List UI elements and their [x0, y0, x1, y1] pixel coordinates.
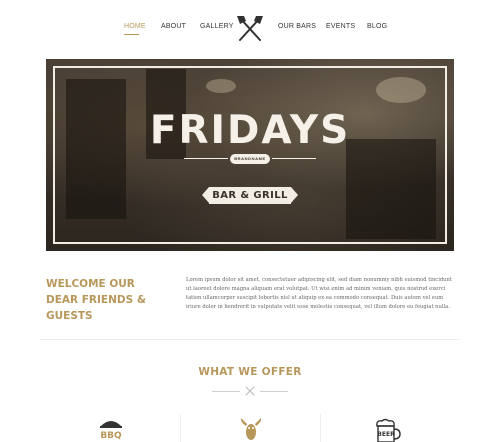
hero-brand-line-left: [184, 158, 228, 159]
nav-item-about[interactable]: ABOUT: [161, 23, 186, 30]
nav-active-underline: [124, 34, 139, 35]
feature-column-divider: [320, 414, 321, 442]
nav-item-blog[interactable]: BLOG: [367, 23, 387, 30]
beer-mug-icon: BEER: [376, 418, 401, 442]
nav-item-gallery[interactable]: GALLERY: [200, 23, 234, 30]
nav-item-home[interactable]: HOME: [124, 23, 146, 30]
top-navigation: HOME ABOUT GALLERY OUR BARS EVENTS BLOG: [0, 0, 500, 52]
hero-banner: FRIDAYS BRANDNAME BAR & GRILL: [46, 59, 454, 251]
hero-brand-badge: BRANDNAME: [230, 154, 270, 164]
nav-item-events[interactable]: EVENTS: [326, 23, 355, 30]
lobster-icon: [240, 418, 262, 440]
bbq-icon: BBQ: [100, 421, 122, 441]
hero-title: FRIDAYS: [149, 108, 351, 153]
crossed-axes-icon[interactable]: [235, 14, 265, 42]
hero-subtitle: BAR & GRILL: [212, 190, 288, 201]
welcome-text: Lorem ipsum dolor sit amet, consectetuer…: [186, 277, 452, 310]
feature-column-divider: [180, 414, 181, 442]
bbq-icon-label: BBQ: [100, 431, 122, 441]
beer-icon-label: BEER: [377, 431, 395, 438]
section-divider: [40, 339, 460, 340]
offer-divider-right: [260, 391, 288, 392]
hero-subtitle-ribbon: BAR & GRILL: [202, 187, 298, 204]
offer-divider-left: [212, 391, 240, 392]
offer-title: WHAT WE OFFER: [198, 366, 302, 378]
hero-brand-line-right: [272, 158, 316, 159]
welcome-title: WELCOME OUR DEAR FRIENDS & GUESTS: [46, 278, 146, 322]
nav-item-our-bars[interactable]: OUR BARS: [278, 23, 316, 30]
small-axes-icon: [245, 386, 255, 396]
